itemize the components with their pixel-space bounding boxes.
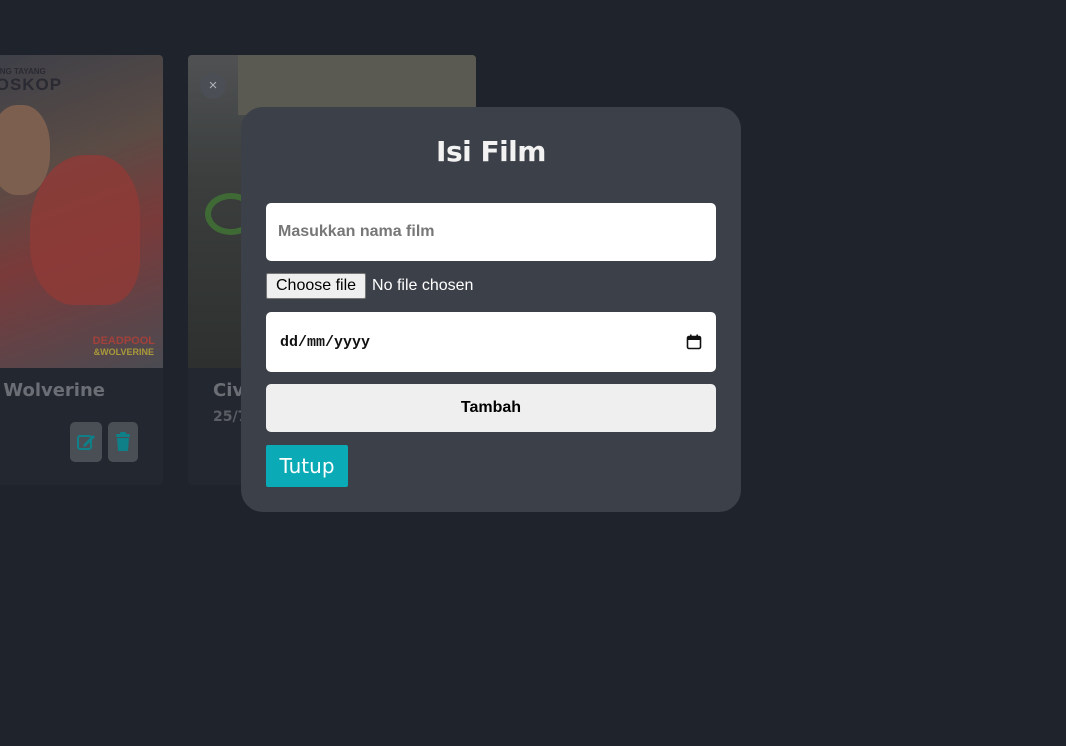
add-film-modal: Isi Film Choose file No file chosen dd/m… [241,107,741,512]
remove-card-button[interactable]: × [200,73,226,99]
film-name-input[interactable] [266,203,716,261]
calendar-icon[interactable] [686,334,702,350]
poster-logo-main: DEADPOOL [92,335,155,347]
date-input[interactable]: dd/mm/yyyy [266,312,716,372]
choose-file-button[interactable]: Choose file [266,273,367,299]
movie-card: ANG TAYANG IOSKOP DEADPOOL &WOLVERINE x … [0,55,163,485]
trash-icon [116,432,130,451]
movie-title: x Wolverine [0,380,105,401]
edit-icon [77,435,95,450]
file-picker: Choose file No file chosen [266,273,473,299]
edit-button[interactable] [70,422,102,462]
date-placeholder: dd/mm/yyyy [280,333,371,351]
poster-logo-sub: &WOLVERINE [93,347,154,357]
delete-button[interactable] [108,422,138,462]
movie-title: Civ [213,380,245,401]
poster-brand: IOSKOP [0,75,63,94]
add-button[interactable]: Tambah [266,384,716,432]
poster-logo: DEADPOOL &WOLVERINE [93,336,155,358]
poster-figure [30,155,140,305]
movie-poster: ANG TAYANG IOSKOP DEADPOOL &WOLVERINE [0,55,163,368]
close-button[interactable]: Tutup [266,445,348,487]
poster-shape [238,55,476,115]
modal-title: Isi Film [436,135,546,168]
file-status: No file chosen [372,277,474,294]
